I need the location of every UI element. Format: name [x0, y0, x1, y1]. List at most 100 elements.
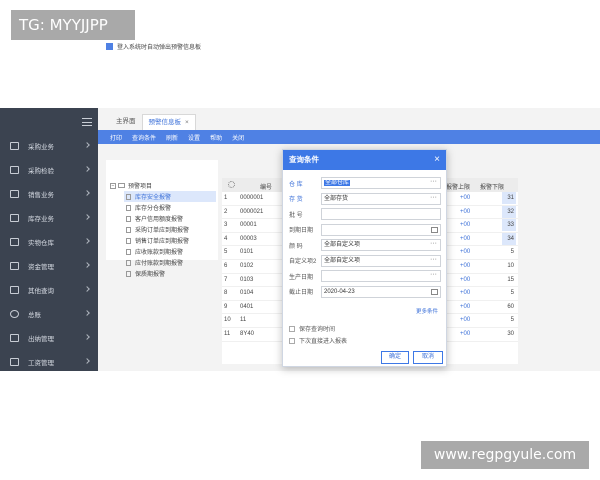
direct-report-option[interactable]: 下次直接进入报表 [289, 336, 347, 345]
hamburger-menu-icon[interactable] [82, 118, 92, 126]
sidebar-item[interactable]: 销售业务 [0, 182, 98, 206]
direct-report-checkbox[interactable] [289, 337, 295, 344]
tree-item[interactable]: 应付账款到期报警 [124, 257, 216, 268]
calendar-icon[interactable] [431, 288, 438, 295]
cart-check-icon [10, 166, 19, 174]
alert-lower: 15 [507, 276, 514, 283]
more-conditions-link[interactable]: 更多条件 [416, 307, 438, 315]
sidebar-item[interactable]: 采购检验 [0, 158, 98, 182]
toolbar-button[interactable]: 关闭 [232, 133, 244, 142]
item-code: 0103 [240, 276, 254, 283]
col-code-header[interactable]: 编号 [260, 182, 272, 191]
tree-item[interactable]: 库存安全报警 [124, 191, 216, 202]
tab-close-icon[interactable]: × [185, 119, 189, 126]
ledger-icon [10, 310, 19, 318]
query-field: 仓 库 全部仓库 ··· [289, 177, 441, 189]
toolbar-button[interactable]: 查询条件 [132, 133, 156, 142]
item-code: 0104 [240, 290, 254, 297]
chevron-right-icon [84, 310, 90, 316]
calendar-icon[interactable] [431, 226, 438, 233]
chevron-right-icon [84, 238, 90, 244]
query-field-input[interactable]: 全部存货 ··· [321, 192, 441, 205]
tree-item-label: 客户信用额度报警 [135, 217, 184, 223]
shop-icon [10, 190, 19, 198]
tree-item[interactable]: 客户信用额度报警 [124, 213, 216, 224]
document-icon [126, 226, 131, 233]
query-field-input[interactable]: 2020-04-23 [321, 285, 441, 298]
ok-button[interactable]: 确定 [381, 351, 409, 364]
tree-item-label: 库存安全报警 [135, 195, 172, 201]
sidebar-item-label: 总账 [28, 312, 41, 319]
document-icon [126, 215, 131, 222]
col-upper-header[interactable]: 报警上限 [446, 182, 470, 191]
salary-icon [10, 358, 19, 366]
tree-root[interactable]: − 预警项目 [110, 181, 152, 190]
sidebar-item[interactable]: 实物仓库 [0, 230, 98, 254]
sidebar-item[interactable]: 采购业务 [0, 134, 98, 158]
collapse-icon[interactable]: − [110, 182, 116, 189]
query-field-input[interactable] [321, 223, 441, 236]
item-code: 0000001 [240, 195, 264, 201]
sidebar-item[interactable]: 出纳管理 [0, 326, 98, 350]
sidebar-item[interactable]: 总账 [0, 302, 98, 326]
row-number: 10 [224, 317, 231, 324]
sidebar-item[interactable]: 库存业务 [0, 206, 98, 230]
row-number: 2 [224, 208, 228, 215]
item-code: 00003 [240, 235, 257, 242]
save-query-time-option[interactable]: 保存查询时间 [289, 324, 335, 333]
query-field-value: 全部仓库 [324, 180, 351, 186]
toolbar-button[interactable]: 帮助 [210, 133, 222, 142]
alert-lower: 31 [502, 192, 516, 204]
sidebar-item-label: 工资管理 [28, 360, 54, 367]
tree-item[interactable]: 应收账款到期报警 [124, 246, 216, 257]
query-field: 存 货 全部存货 ··· [289, 192, 441, 205]
row-number: 7 [224, 276, 228, 283]
tree-item-label: 销售订单应到期报警 [135, 239, 190, 245]
dialog-close-icon[interactable]: × [434, 150, 440, 170]
ellipsis-icon[interactable]: ··· [430, 256, 437, 264]
query-field-value: 全部自定义项 [324, 257, 361, 264]
ellipsis-icon[interactable]: ··· [430, 271, 437, 279]
row-number: 5 [224, 249, 228, 256]
query-field: 自定义项2 全部自定义项 ··· [289, 254, 441, 267]
tree-item[interactable]: 销售订单应到期报警 [124, 235, 216, 246]
toolbar-button[interactable]: 打印 [110, 133, 122, 142]
query-field-input[interactable] [321, 208, 441, 220]
search-grid-icon [10, 286, 19, 294]
tree-item[interactable]: 保质期报警 [124, 268, 216, 279]
alert-upper: +00 [460, 222, 471, 229]
login-alert-checkbox[interactable] [106, 43, 113, 50]
query-field-input[interactable]: 全部自定义项 ··· [321, 239, 441, 251]
sidebar-item[interactable]: 工资管理 [0, 350, 98, 371]
sidebar-item[interactable]: 其他查询 [0, 278, 98, 302]
col-lower-header[interactable]: 报警下限 [480, 182, 504, 191]
save-query-time-label: 保存查询时间 [299, 327, 336, 333]
query-field-input[interactable]: 全部仓库 ··· [321, 177, 441, 189]
storage-icon [10, 214, 19, 222]
query-field-input[interactable]: 全部自定义项 ··· [321, 254, 441, 267]
tab-alert-board[interactable]: 预警信息板 × [141, 114, 196, 130]
query-field: 颜 码 全部自定义项 ··· [289, 239, 441, 251]
toolbar-button[interactable]: 刷新 [166, 133, 178, 142]
cancel-button[interactable]: 取消 [413, 351, 443, 364]
sidebar-item[interactable]: 资金管理 [0, 254, 98, 278]
sidebar-item-label: 资金管理 [28, 264, 54, 271]
tab-main[interactable]: 主界面 [110, 114, 142, 130]
save-query-time-checkbox[interactable] [289, 325, 295, 332]
query-field-label: 生产日期 [289, 274, 314, 281]
toolbar-button[interactable]: 设置 [188, 133, 200, 142]
chevron-right-icon [84, 262, 90, 268]
ellipsis-icon[interactable]: ··· [430, 240, 437, 248]
login-alert-option[interactable]: 登入系统时自动弹出预警信息板 [106, 42, 201, 51]
tree-item[interactable]: 采购订单应到期报警 [124, 224, 216, 235]
query-field-input[interactable]: ··· [321, 270, 441, 282]
watermark-label: www.regpgyule.com [421, 441, 589, 469]
ellipsis-icon[interactable]: ··· [430, 194, 437, 202]
gear-icon[interactable] [228, 181, 235, 188]
ellipsis-icon[interactable]: ··· [430, 178, 437, 186]
tree-item[interactable]: 库存分仓报警 [124, 202, 216, 213]
row-number: 6 [224, 262, 228, 269]
tree-item-label: 保质期报警 [135, 272, 166, 278]
query-field: 批 号 [289, 208, 441, 220]
row-number: 4 [224, 235, 228, 242]
